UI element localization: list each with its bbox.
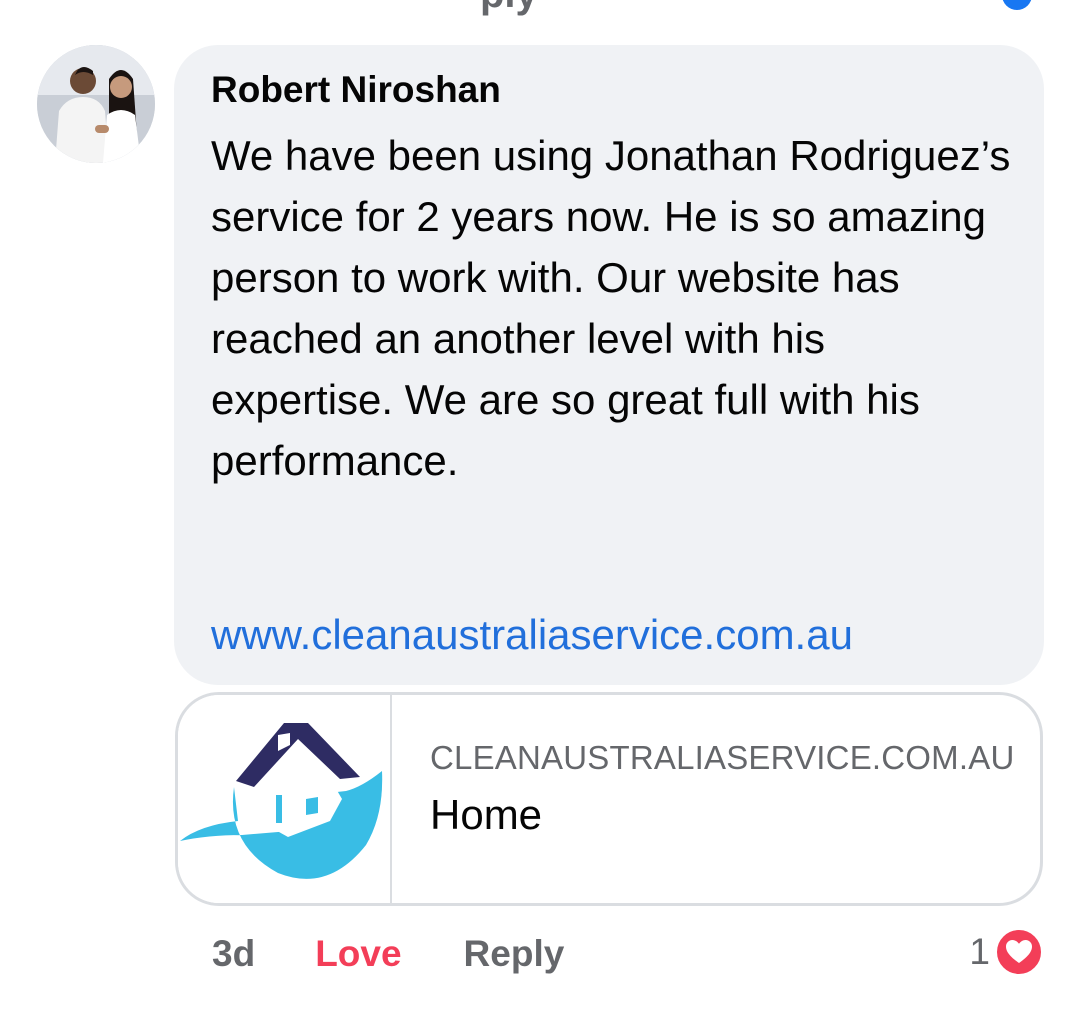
reply-button[interactable]: Reply bbox=[464, 933, 565, 975]
heart-icon bbox=[994, 927, 1044, 977]
avatar[interactable] bbox=[37, 45, 155, 163]
previous-reaction-icon bbox=[1002, 0, 1032, 10]
link-preview-title: Home bbox=[430, 791, 543, 838]
comment-author[interactable]: Robert Niroshan bbox=[211, 69, 501, 111]
profile-photo bbox=[37, 45, 155, 163]
comment-text: We have been using Jonathan Rodriguez’s … bbox=[211, 132, 1011, 484]
comment-bubble: Robert Niroshan We have been using Jonat… bbox=[174, 45, 1044, 685]
previous-reply-fragment: ply bbox=[480, 0, 538, 17]
link-preview-domain: CLEANAUSTRALIASERVICE.COM.AU bbox=[430, 739, 1015, 776]
link-preview-card[interactable]: CLEANAUSTRALIASERVICE.COM.AU Home bbox=[175, 692, 1043, 906]
house-logo-icon bbox=[180, 723, 383, 879]
comment-actions: 3d Love Reply bbox=[212, 926, 564, 982]
reaction-summary[interactable]: 1 bbox=[969, 926, 1044, 978]
comment-timestamp[interactable]: 3d bbox=[212, 933, 255, 975]
comment-thread: ply Robert Niroshan We have been using J… bbox=[0, 0, 1080, 1033]
comment-link[interactable]: www.cleanaustraliaservice.com.au bbox=[211, 611, 853, 659]
reaction-count: 1 bbox=[969, 931, 990, 972]
link-preview-thumbnail bbox=[178, 695, 392, 903]
love-reaction-button[interactable]: Love bbox=[315, 933, 401, 975]
